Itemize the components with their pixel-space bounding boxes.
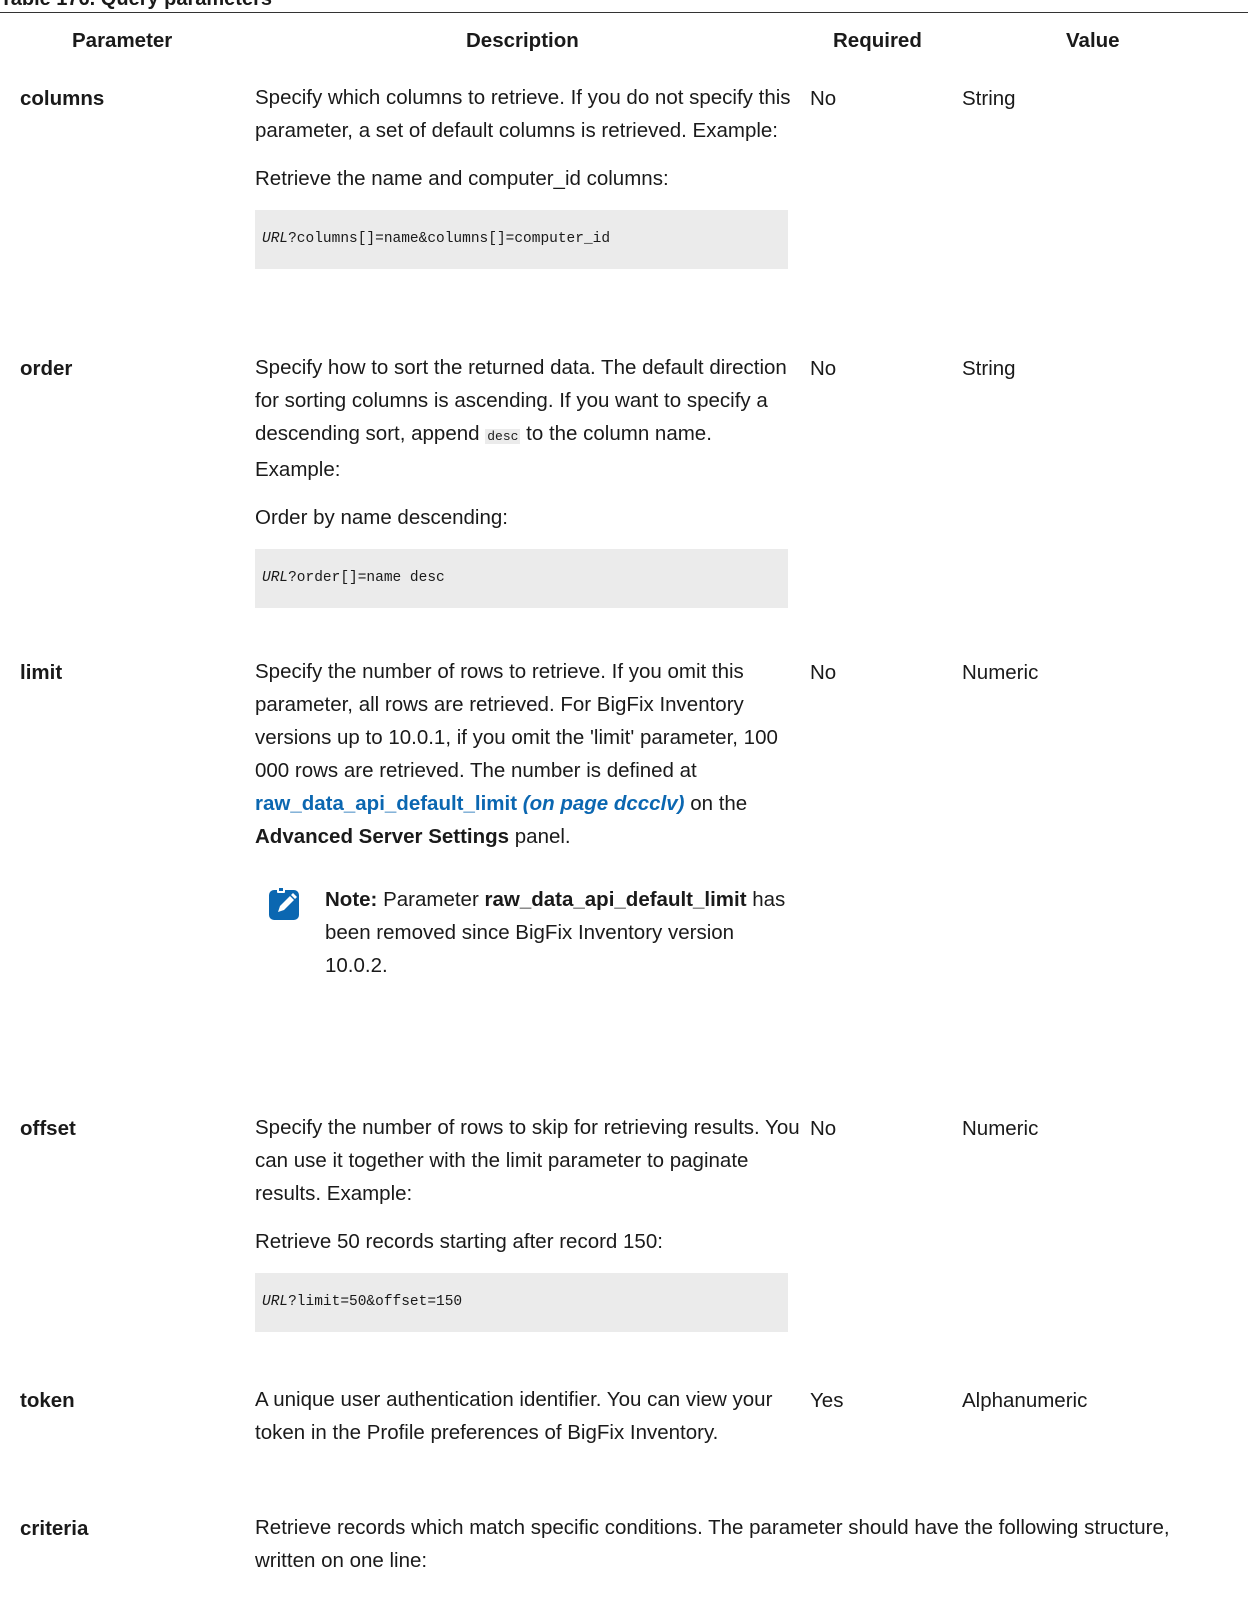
description-text: Retrieve records which match specific co… (255, 1516, 1170, 1572)
table-row-criteria: criteria Retrieve records which match sp… (0, 1511, 1248, 1601)
value-type: Alphanumeric (962, 1389, 1088, 1412)
param-name: order (20, 357, 73, 380)
note-label: Note: (325, 888, 378, 911)
param-description: Retrieve records which match specific co… (255, 1511, 1215, 1592)
settings-link[interactable]: raw_data_api_default_limit (on page dccc… (255, 792, 685, 815)
code-query: ?order[]=name desc (288, 570, 445, 586)
required-value: No (810, 661, 837, 684)
param-description: Specify the number of rows to skip for r… (255, 1111, 800, 1332)
pencil-icon (269, 886, 299, 920)
description-part: panel. (509, 825, 571, 848)
param-name: token (20, 1389, 75, 1412)
param-description: Specify how to sort the returned data. T… (255, 351, 800, 608)
code-url: URL (262, 231, 289, 247)
header-value: Value (1066, 29, 1120, 52)
description-text: A unique user authentication identifier.… (255, 1388, 773, 1444)
required-value: No (810, 1117, 837, 1140)
required-value: Yes (810, 1389, 844, 1412)
description-text: Specify the number of rows to skip for r… (255, 1116, 800, 1205)
param-name: limit (20, 661, 63, 684)
table-row-token: token A unique user authentication ident… (0, 1383, 1248, 1511)
table-row-limit: limit Specify the number of rows to retr… (0, 655, 1248, 1111)
table-caption: Table 176. Query parameters (0, 0, 272, 11)
query-parameters-table: Parameter Description Required Value col… (0, 12, 1248, 1591)
param-name: columns (20, 87, 105, 110)
value-type: Numeric (962, 1117, 1039, 1140)
param-name: criteria (20, 1517, 89, 1540)
description-part: Specify the number of rows to retrieve. … (255, 660, 778, 782)
code-example: URL?order[]=name desc (255, 549, 788, 608)
header-parameter: Parameter (72, 29, 173, 52)
example-label: Order by name descending: (255, 506, 508, 529)
table-header: Parameter Description Required Value (0, 13, 1248, 71)
example-label: Retrieve 50 records starting after recor… (255, 1230, 663, 1253)
param-name: offset (20, 1117, 76, 1140)
note-part: Parameter (377, 888, 485, 911)
required-value: No (810, 357, 837, 380)
link-text: raw_data_api_default_limit (255, 792, 518, 815)
header-description: Description (466, 29, 579, 52)
value-type: String (962, 357, 1016, 380)
code-example: URL?columns[]=name&columns[]=computer_id (255, 210, 788, 269)
required-value: No (810, 87, 837, 110)
description-text: Specify how to sort the returned data. T… (255, 351, 800, 486)
value-type: Numeric (962, 661, 1039, 684)
code-url: URL (262, 570, 289, 586)
example-label: Retrieve the name and computer_id column… (255, 167, 669, 190)
inline-code: desc (485, 429, 521, 444)
code-example: URL?limit=50&offset=150 (255, 1273, 788, 1332)
description-bold: Advanced Server Settings (255, 825, 510, 848)
param-description: Specify which columns to retrieve. If yo… (255, 81, 800, 269)
link-page: (on page dccclv) (522, 792, 685, 815)
description-text: Specify the number of rows to retrieve. … (255, 655, 800, 853)
note-text: Note: Parameter raw_data_api_default_lim… (325, 883, 800, 982)
table-row-order: order Specify how to sort the returned d… (0, 351, 1248, 655)
description-part: on the (684, 792, 748, 815)
param-description: Specify the number of rows to retrieve. … (255, 655, 800, 982)
description-text: Specify which columns to retrieve. If yo… (255, 86, 791, 142)
note-bold: raw_data_api_default_lim­it (484, 888, 747, 911)
note-box: Note: Parameter raw_data_api_default_lim… (255, 883, 800, 982)
table-row-columns: columns Specify which columns to retriev… (0, 81, 1248, 351)
value-type: String (962, 87, 1016, 110)
table-row-offset: offset Specify the number of rows to ski… (0, 1111, 1248, 1383)
param-description: A unique user authentication identifier.… (255, 1383, 800, 1464)
header-required: Required (833, 29, 922, 52)
code-url: URL (262, 1294, 289, 1310)
code-query: ?columns[]=name&columns[]=computer_id (288, 231, 611, 247)
code-query: ?limit=50&offset=150 (288, 1294, 463, 1310)
